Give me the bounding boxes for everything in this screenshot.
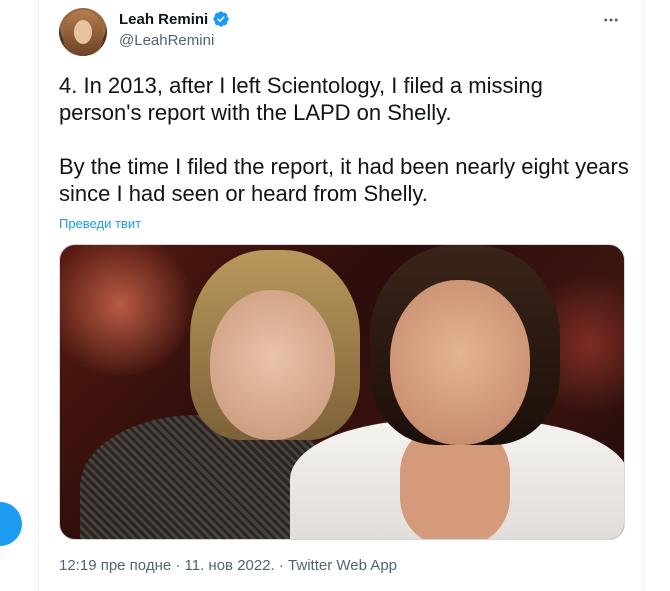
tweet: Leah Remini @LeahRemini 4. In 2013, afte… bbox=[38, 0, 644, 591]
translate-link[interactable]: Преведи твит bbox=[59, 216, 141, 231]
tweet-paragraph-2: By the time I filed the report, it had b… bbox=[59, 154, 629, 206]
more-button[interactable] bbox=[599, 10, 623, 34]
more-dots-icon bbox=[602, 11, 620, 34]
tweet-photo[interactable] bbox=[59, 244, 625, 540]
person-right-face bbox=[390, 280, 530, 445]
tweet-paragraph-1: 4. In 2013, after I left Scientology, I … bbox=[59, 73, 543, 125]
verified-badge-icon bbox=[212, 10, 230, 28]
handle[interactable]: @LeahRemini bbox=[119, 32, 214, 49]
display-name[interactable]: Leah Remini bbox=[119, 11, 208, 28]
avatar-face bbox=[74, 20, 92, 44]
tweet-text: 4. In 2013, after I left Scientology, I … bbox=[59, 72, 629, 207]
name-row: Leah Remini bbox=[119, 10, 230, 28]
person-left-face bbox=[210, 290, 335, 440]
avatar[interactable] bbox=[59, 8, 107, 56]
photo-background bbox=[60, 245, 200, 375]
tweet-timestamp[interactable]: 12:19 пре подне · 11. нов 2022. · Twitte… bbox=[59, 557, 397, 574]
